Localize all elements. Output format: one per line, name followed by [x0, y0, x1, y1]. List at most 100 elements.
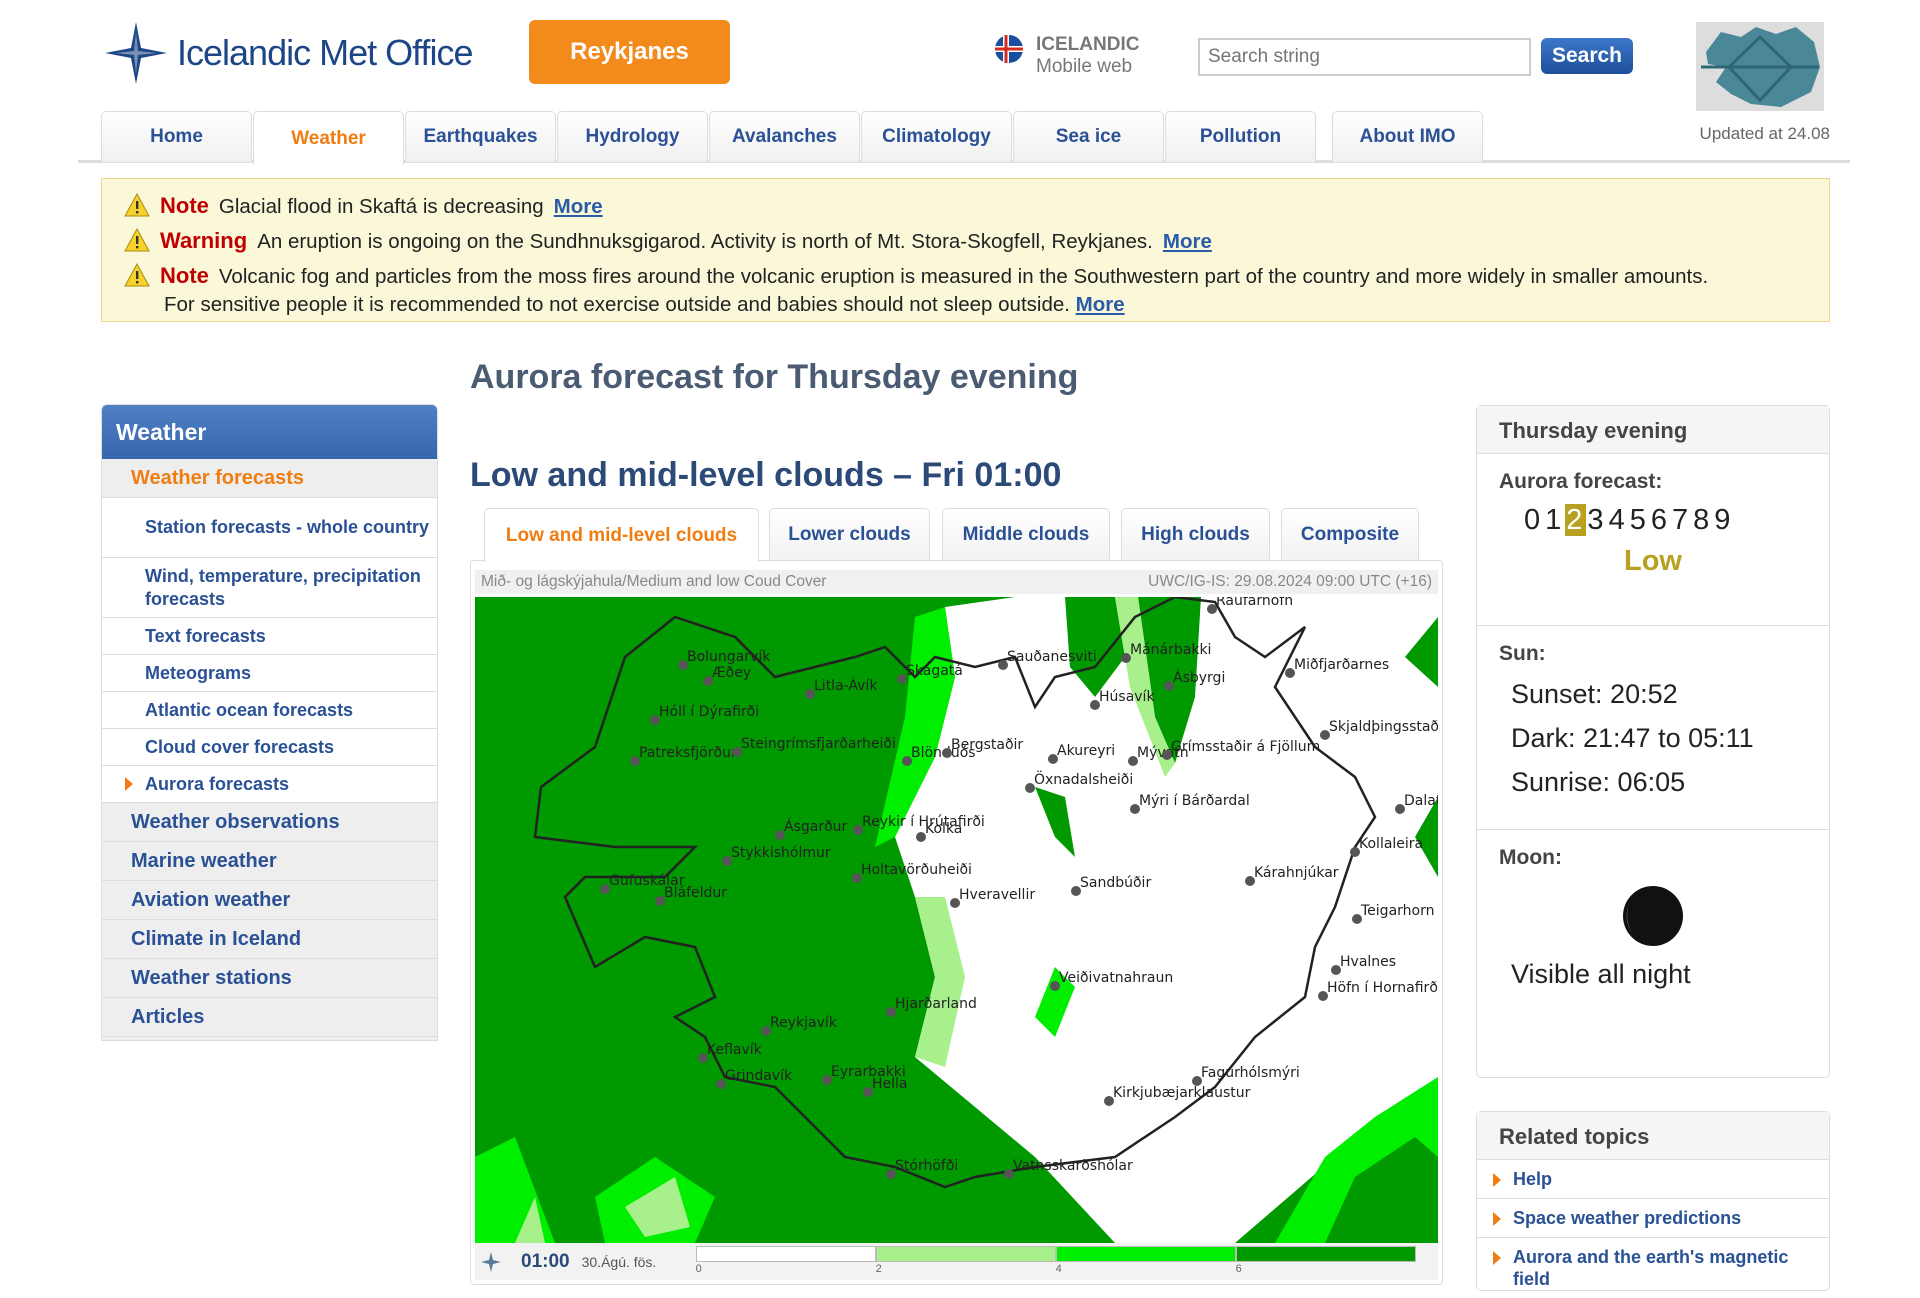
- station-label: Höfn í Hornafirði: [1327, 980, 1438, 996]
- cloud-cover-map[interactable]: Raufarhöfn Mánárbakki Ásbyrgi Miðfjarðarnes…: [475, 597, 1438, 1243]
- tab-low-mid-clouds[interactable]: Low and mid-level clouds: [484, 508, 759, 562]
- warning-icon: [124, 193, 150, 217]
- language-label: ICELANDIC: [1036, 34, 1140, 55]
- station-label: Æðey: [712, 665, 751, 681]
- search-button[interactable]: Search: [1541, 38, 1633, 74]
- nav-tab-about-imo[interactable]: About IMO: [1332, 111, 1483, 162]
- legend-swatch: [695, 1246, 876, 1262]
- station-label: Skjaldþingsstaðir: [1329, 719, 1438, 735]
- sidebar-item[interactable]: Marine weather: [102, 842, 437, 881]
- station-label: Miðfjarðarnes: [1294, 657, 1389, 673]
- tab-composite[interactable]: Composite: [1281, 508, 1419, 560]
- legend-swatch: [1235, 1246, 1416, 1262]
- sidebar-subitem[interactable]: Station forecasts - whole country: [102, 498, 437, 558]
- nav-tab-pollution[interactable]: Pollution: [1165, 111, 1316, 162]
- alerts-box: Note Glacial flood in Skaftá is decreasi…: [101, 178, 1830, 322]
- sidebar-subitem[interactable]: Cloud cover forecasts: [102, 729, 437, 766]
- station-label: Stórhöfði: [895, 1158, 958, 1174]
- aurora-scale-digit: 5: [1629, 504, 1649, 536]
- alert-note: Note Glacial flood in Skaftá is decreasi…: [124, 189, 1807, 224]
- sun-label: Sun:: [1499, 642, 1546, 665]
- station-label: Kirkjubæjarklaustur: [1113, 1085, 1251, 1101]
- related-link[interactable]: Help: [1477, 1160, 1829, 1198]
- related-link-label: Help: [1513, 1169, 1553, 1189]
- legend-swatch: [875, 1246, 1056, 1262]
- sidebar-subitem[interactable]: Wind, temperature, precipitation forecas…: [102, 558, 437, 618]
- reykjanes-button[interactable]: Reykjanes: [529, 20, 730, 84]
- sidebar-subitem[interactable]: Text forecasts: [102, 618, 437, 655]
- sidebar-item[interactable]: Weather stations: [102, 959, 437, 998]
- sunrise-time: Sunrise: 06:05: [1511, 767, 1686, 797]
- station-label: Raufarhöfn: [1216, 597, 1293, 609]
- mobile-web-label: Mobile web: [1036, 56, 1133, 77]
- nav-tab-weather[interactable]: Weather: [253, 111, 404, 165]
- alert-kind: Warning: [160, 228, 248, 253]
- sidebar-item[interactable]: Weather observations: [102, 803, 437, 842]
- alert-more-link[interactable]: More: [554, 190, 603, 224]
- sunset-time: Sunset: 20:52: [1511, 679, 1678, 709]
- nav-tab-home[interactable]: Home: [101, 111, 252, 162]
- sidebar-subitem[interactable]: Atlantic ocean forecasts: [102, 692, 437, 729]
- aurora-scale-digit: 4: [1608, 504, 1628, 536]
- nav-tab-hydrology[interactable]: Hydrology: [557, 111, 708, 162]
- section-subtitle: Low and mid-level clouds – Fri 01:00: [470, 456, 1062, 494]
- play-animation-icon[interactable]: [475, 1247, 507, 1277]
- nav-tab-earthquakes[interactable]: Earthquakes: [405, 111, 556, 162]
- map-caption-right: UWC/IG-IS: 29.08.2024 09:00 UTC (+16): [1148, 573, 1432, 590]
- sidebar-title[interactable]: Weather: [102, 405, 437, 459]
- station-label: Skagatá: [906, 663, 963, 679]
- tab-middle-clouds[interactable]: Middle clouds: [942, 508, 1110, 560]
- station-label: Kollaleira: [1359, 836, 1423, 852]
- sidebar-item-weather-forecasts[interactable]: Weather forecasts: [102, 459, 437, 498]
- legend-tick: 0: [695, 1263, 702, 1275]
- sidebar-item[interactable]: Climate in Iceland: [102, 920, 437, 959]
- station-label: Hveravellir: [959, 887, 1035, 903]
- legend-swatch: [1055, 1246, 1236, 1262]
- mobile-web-link[interactable]: ICELANDIC Mobile web: [994, 34, 1139, 78]
- sidebar-subitem-aurora-forecasts[interactable]: Aurora forecasts: [102, 766, 437, 803]
- sidebar-subitem[interactable]: Meteograms: [102, 655, 437, 692]
- map-time: 01:00: [521, 1250, 570, 1272]
- iceland-map-thumbnail[interactable]: [1696, 22, 1824, 111]
- related-link[interactable]: Space weather predictions: [1477, 1198, 1829, 1237]
- aurora-level: Low: [1624, 545, 1682, 577]
- station-label: Patreksfjörður: [639, 745, 737, 761]
- station-label: Sandbúðir: [1080, 875, 1151, 891]
- nav-tab-avalanches[interactable]: Avalanches: [709, 111, 860, 162]
- legend-tick: 6: [1235, 1263, 1242, 1275]
- sidebar: Weather Weather forecasts Station foreca…: [101, 404, 438, 1041]
- aurora-scale-digit: 0: [1524, 504, 1544, 536]
- sidebar-item[interactable]: Articles: [102, 998, 437, 1037]
- aurora-panel: Thursday evening Aurora forecast: 012345…: [1476, 405, 1830, 1078]
- legend-tick: 4: [1055, 1263, 1062, 1275]
- moon-phase-icon: [1623, 886, 1683, 946]
- map-timebar: 01:00 30.Ágú. fös. 0 2 4 6: [475, 1243, 1438, 1280]
- warning-icon: [124, 228, 150, 252]
- station-label: Hella: [872, 1076, 908, 1092]
- alert-more-link[interactable]: More: [1076, 293, 1125, 316]
- logo-text: Icelandic Met Office: [177, 32, 473, 73]
- main-nav: Home Weather Earthquakes Hydrology Avala…: [78, 111, 1850, 165]
- alert-more-link[interactable]: More: [1163, 225, 1212, 259]
- nav-tab-climatology[interactable]: Climatology: [861, 111, 1012, 162]
- related-link[interactable]: Aurora and the earth's magnetic field: [1477, 1237, 1829, 1298]
- alert-kind: Note: [160, 193, 209, 218]
- aurora-scale-digit: 9: [1714, 504, 1734, 536]
- tab-high-clouds[interactable]: High clouds: [1121, 508, 1270, 560]
- tab-lower-clouds[interactable]: Lower clouds: [769, 508, 930, 560]
- warning-icon: [124, 263, 150, 287]
- arrow-right-icon: [1493, 1173, 1501, 1187]
- station-label: Hjarðarland: [895, 996, 977, 1012]
- station-label: Keflavík: [707, 1042, 763, 1058]
- station-label: Veiðivatnahraun: [1059, 970, 1173, 986]
- nav-tab-sea-ice[interactable]: Sea ice: [1013, 111, 1164, 162]
- related-link-label: Aurora and the earth's magnetic field: [1513, 1247, 1789, 1289]
- sidebar-item[interactable]: Aviation weather: [102, 881, 437, 920]
- dark-period: Dark: 21:47 to 05:11: [1511, 723, 1754, 753]
- station-label: Sauðanesviti: [1007, 649, 1097, 665]
- aurora-scale-digit: 1: [1545, 504, 1565, 536]
- logo[interactable]: Icelandic Met Office: [105, 22, 473, 84]
- station-label: Hvalnes: [1340, 954, 1396, 970]
- search-input[interactable]: [1198, 38, 1531, 76]
- arrow-right-icon: [125, 777, 133, 791]
